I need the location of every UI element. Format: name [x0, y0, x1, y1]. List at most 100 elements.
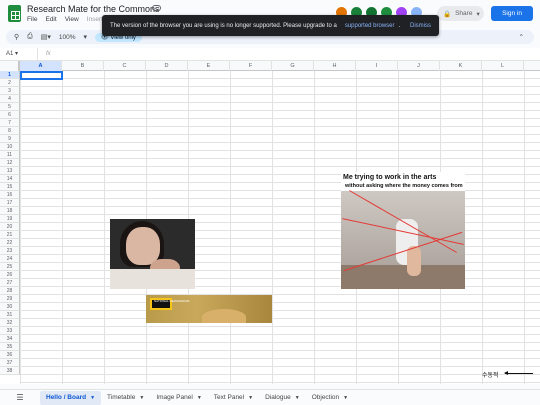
row-header-34[interactable]: 34	[0, 335, 20, 343]
column-header-f[interactable]: F	[230, 61, 272, 71]
selected-cell-a1[interactable]	[20, 71, 63, 80]
meme-photo	[341, 190, 465, 289]
row-header-12[interactable]: 12	[0, 159, 20, 167]
chevron-down-icon[interactable]: ▼	[295, 395, 300, 401]
row-header-29[interactable]: 29	[0, 295, 20, 303]
chevron-down-icon[interactable]: ▼	[139, 395, 144, 401]
name-box[interactable]: A1 ▾	[0, 48, 38, 60]
tab-text-panel[interactable]: Text Panel ▼	[208, 391, 259, 405]
row-header-35[interactable]: 35	[0, 343, 20, 351]
row-header-21[interactable]: 21	[0, 231, 20, 239]
row-header-26[interactable]: 26	[0, 271, 20, 279]
row-header-23[interactable]: 23	[0, 247, 20, 255]
tab-timetable[interactable]: Timetable ▼	[101, 391, 150, 405]
row-header-15[interactable]: 15	[0, 183, 20, 191]
row-header-38[interactable]: 38	[0, 367, 20, 375]
document-title[interactable]: Research Mate for the Commons	[27, 4, 160, 14]
row-header-18[interactable]: 18	[0, 207, 20, 215]
banner-separator: .	[398, 22, 401, 29]
print-icon[interactable]: ⎙	[27, 33, 33, 41]
row-header-7[interactable]: 7	[0, 119, 20, 127]
row-header-14[interactable]: 14	[0, 175, 20, 183]
search-icon[interactable]: ⚲	[14, 33, 19, 41]
cloud-status-icon[interactable]	[152, 5, 161, 11]
tab-label: Hello / Board	[46, 394, 87, 401]
column-header-g[interactable]: G	[272, 61, 314, 71]
column-header-b[interactable]: B	[62, 61, 104, 71]
row-header-36[interactable]: 36	[0, 351, 20, 359]
column-header-a[interactable]: A	[20, 61, 62, 71]
tab-label: Image Panel	[156, 394, 193, 401]
share-label: Share	[455, 10, 473, 17]
column-header-k[interactable]: K	[440, 61, 482, 71]
menu-insert[interactable]: Insert	[87, 16, 103, 23]
embedded-natgeo-image[interactable]: NATIONAL GEOGRAPHIC	[146, 295, 272, 323]
row-header-10[interactable]: 10	[0, 143, 20, 151]
share-button[interactable]: 🔒 Share ▾	[437, 6, 484, 21]
row-header-24[interactable]: 24	[0, 255, 20, 263]
select-all-corner[interactable]	[0, 61, 20, 71]
column-header-d[interactable]: D	[146, 61, 188, 71]
row-header-6[interactable]: 6	[0, 111, 20, 119]
row-header-1[interactable]: 1	[0, 71, 20, 79]
row-header-27[interactable]: 27	[0, 279, 20, 287]
tab-dialogue[interactable]: Dialogue ▼	[259, 391, 306, 405]
zoom-select[interactable]: 100%	[59, 34, 76, 41]
row-header-13[interactable]: 13	[0, 167, 20, 175]
embedded-photo-woman[interactable]	[110, 219, 195, 289]
row-header-30[interactable]: 30	[0, 303, 20, 311]
row-header-37[interactable]: 37	[0, 359, 20, 367]
chevron-down-icon[interactable]: ▼	[90, 395, 95, 401]
row-header-25[interactable]: 25	[0, 263, 20, 271]
tab-objection[interactable]: Objection ▼	[306, 391, 354, 405]
chevron-up-icon[interactable]: ⌃	[519, 33, 524, 41]
row-header-11[interactable]: 11	[0, 151, 20, 159]
column-header-j[interactable]: J	[398, 61, 440, 71]
supported-browser-link[interactable]: supported browser	[345, 23, 395, 29]
tab-label: Timetable	[107, 394, 136, 401]
column-header-l[interactable]: L	[482, 61, 524, 71]
column-header-h[interactable]: H	[314, 61, 356, 71]
all-sheets-menu-icon[interactable]: ☰	[0, 393, 40, 402]
row-header-20[interactable]: 20	[0, 223, 20, 231]
row-header-4[interactable]: 4	[0, 95, 20, 103]
dismiss-button[interactable]: Dismiss	[410, 23, 431, 29]
row-header-22[interactable]: 22	[0, 239, 20, 247]
tab-hello-board[interactable]: Hello / Board ▼	[40, 390, 102, 405]
tab-image-panel[interactable]: Image Panel ▼	[150, 391, 207, 405]
chevron-down-icon[interactable]: ▼	[197, 395, 202, 401]
row-header-33[interactable]: 33	[0, 327, 20, 335]
row-header-17[interactable]: 17	[0, 199, 20, 207]
chevron-down-icon[interactable]: ▼	[248, 395, 253, 401]
chevron-down-icon[interactable]: ▾	[84, 33, 88, 41]
row-header-16[interactable]: 16	[0, 191, 20, 199]
meme-caption-subtitle: without asking where the money comes fro…	[345, 183, 463, 189]
row-header-3[interactable]: 3	[0, 87, 20, 95]
row-header-9[interactable]: 9	[0, 135, 20, 143]
sheets-logo-icon[interactable]	[8, 5, 21, 22]
korean-annotation: 수동적	[482, 373, 499, 379]
row-header-32[interactable]: 32	[0, 319, 20, 327]
paint-format-icon[interactable]: ▤▾	[41, 33, 51, 41]
row-header-31[interactable]: 31	[0, 311, 20, 319]
row-header-5[interactable]: 5	[0, 103, 20, 111]
row-header-19[interactable]: 19	[0, 215, 20, 223]
embedded-meme-image[interactable]: Me trying to work in the arts without as…	[341, 172, 465, 289]
row-header-28[interactable]: 28	[0, 287, 20, 295]
menu-view[interactable]: View	[65, 16, 79, 23]
sign-in-button[interactable]: Sign in	[491, 6, 533, 21]
lock-icon: 🔒	[443, 10, 452, 18]
chevron-down-icon[interactable]: ▼	[343, 395, 348, 401]
menu-edit[interactable]: Edit	[45, 16, 56, 23]
column-headers: ABCDEFGHIJKL	[0, 61, 540, 71]
chevron-down-icon: ▾	[476, 10, 480, 18]
column-header-i[interactable]: I	[356, 61, 398, 71]
menu-file[interactable]: File	[27, 16, 37, 23]
column-header-c[interactable]: C	[104, 61, 146, 71]
row-header-8[interactable]: 8	[0, 127, 20, 135]
row-header-2[interactable]: 2	[0, 79, 20, 87]
arrow-left-icon	[504, 371, 533, 375]
meme-caption-title: Me trying to work in the arts	[343, 174, 437, 181]
cell-reference: A1	[6, 51, 14, 57]
column-header-e[interactable]: E	[188, 61, 230, 71]
